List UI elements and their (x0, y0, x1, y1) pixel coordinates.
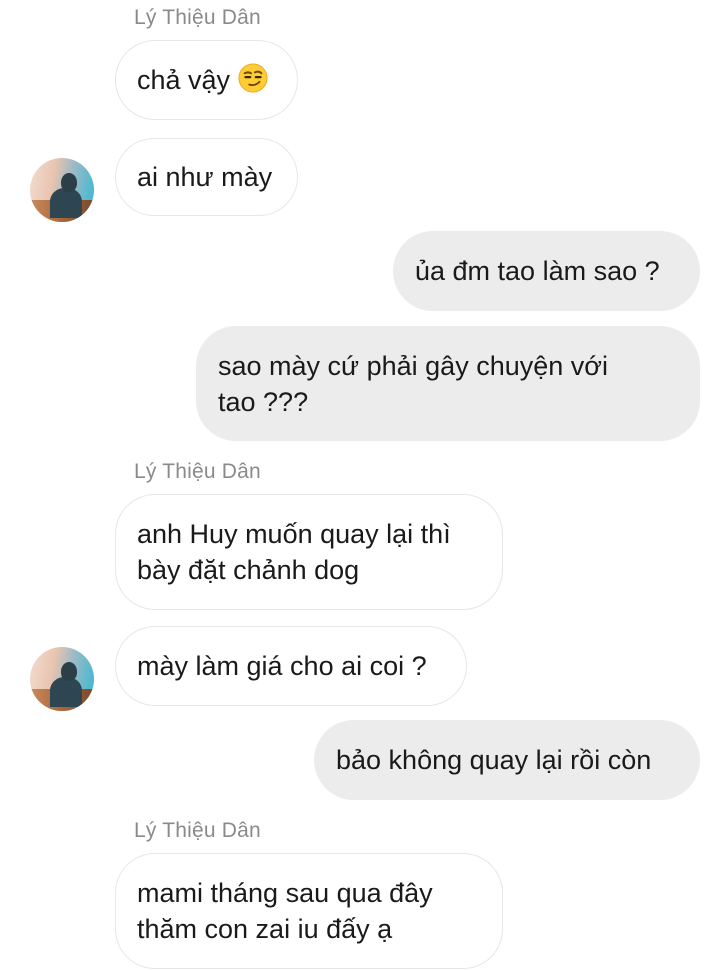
message-text: ai như mày (137, 162, 273, 192)
smirking-face-emoji-icon (238, 63, 268, 93)
message-text: bảo không quay lại rồi còn (336, 745, 652, 775)
incoming-message[interactable]: chả vậy (115, 40, 298, 120)
incoming-message[interactable]: anh Huy muốn quay lại thì bày đặt chảnh … (115, 494, 503, 610)
contact-avatar[interactable] (30, 647, 94, 711)
incoming-message[interactable]: mami tháng sau qua đây thăm con zai iu đ… (115, 853, 503, 969)
message-text: ủa đm tao làm sao ? (415, 256, 660, 286)
message-text: sao mày cứ phải gây chuyện với tao ??? (218, 350, 608, 417)
sender-name: Lý Thiệu Dân (134, 6, 261, 29)
incoming-message[interactable]: mày làm giá cho ai coi ? (115, 626, 467, 706)
message-text: mày làm giá cho ai coi ? (137, 651, 427, 681)
incoming-message[interactable]: ai như mày (115, 138, 298, 216)
outgoing-message[interactable]: bảo không quay lại rồi còn (314, 720, 700, 800)
message-text: chả vậy (137, 65, 231, 95)
sender-name: Lý Thiệu Dân (134, 819, 261, 842)
message-text: anh Huy muốn quay lại thì bày đặt chảnh … (137, 519, 451, 585)
message-text: mami tháng sau qua đây thăm con zai iu đ… (137, 878, 433, 944)
outgoing-message[interactable]: sao mày cứ phải gây chuyện với tao ??? (196, 326, 700, 441)
outgoing-message[interactable]: ủa đm tao làm sao ? (393, 231, 700, 311)
sender-name: Lý Thiệu Dân (134, 460, 261, 483)
contact-avatar[interactable] (30, 158, 94, 222)
